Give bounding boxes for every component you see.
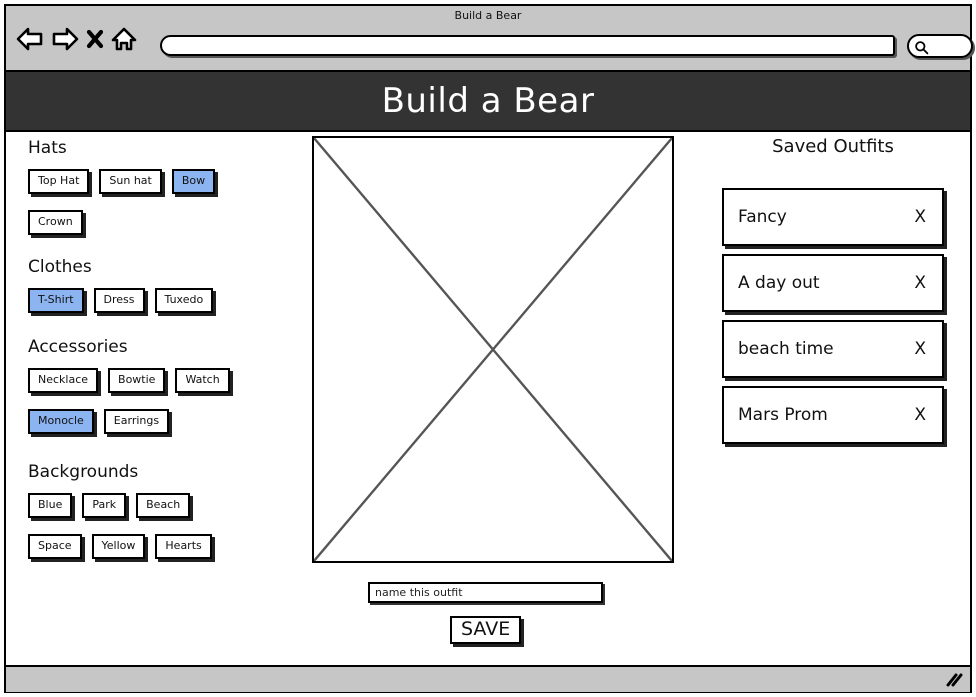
page-title: Build a Bear bbox=[381, 81, 595, 121]
outfit-name: Mars Prom bbox=[738, 405, 828, 425]
back-arrow-icon[interactable] bbox=[16, 26, 44, 52]
status-bar bbox=[6, 665, 970, 692]
option-blue[interactable]: Blue bbox=[28, 493, 73, 518]
preview-area: SAVE bbox=[312, 136, 674, 644]
chip-row: Top Hat Sun hat Bow Crown bbox=[28, 169, 293, 235]
section-backgrounds: Backgrounds Blue Park Beach Space Yellow… bbox=[28, 462, 293, 559]
browser-window: Build a Bear Build a Bear Hats Top Hat S… bbox=[4, 4, 973, 693]
delete-outfit-icon[interactable]: X bbox=[912, 207, 928, 227]
delete-outfit-icon[interactable]: X bbox=[912, 273, 928, 293]
section-title: Hats bbox=[28, 138, 67, 158]
option-bowtie[interactable]: Bowtie bbox=[108, 368, 166, 393]
option-top-hat[interactable]: Top Hat bbox=[28, 169, 90, 194]
option-beach[interactable]: Beach bbox=[136, 493, 191, 518]
option-crown[interactable]: Crown bbox=[28, 210, 83, 235]
url-input[interactable] bbox=[160, 35, 895, 56]
image-placeholder-icon bbox=[314, 138, 672, 561]
chip-row: Necklace Bowtie Watch Monocle Earrings bbox=[28, 368, 293, 434]
option-yellow[interactable]: Yellow bbox=[91, 534, 146, 559]
window-title: Build a Bear bbox=[454, 9, 522, 22]
saved-outfit-item[interactable]: Mars Prom X bbox=[722, 386, 944, 444]
option-t-shirt[interactable]: T-Shirt bbox=[28, 288, 84, 313]
section-clothes: Clothes T-Shirt Dress Tuxedo bbox=[28, 257, 293, 313]
option-sun-hat[interactable]: Sun hat bbox=[99, 169, 162, 194]
search-icon bbox=[914, 40, 929, 59]
option-hearts[interactable]: Hearts bbox=[155, 534, 212, 559]
search-field[interactable] bbox=[907, 34, 973, 58]
option-earrings[interactable]: Earrings bbox=[103, 409, 170, 434]
saved-outfits-panel: Saved Outfits Fancy X A day out X beach … bbox=[722, 136, 944, 452]
option-space[interactable]: Space bbox=[28, 534, 82, 559]
outfit-name: Fancy bbox=[738, 207, 787, 227]
option-watch[interactable]: Watch bbox=[175, 368, 230, 393]
outfit-name-input[interactable] bbox=[368, 582, 603, 603]
saved-outfit-item[interactable]: A day out X bbox=[722, 254, 944, 312]
options-panel: Hats Top Hat Sun hat Bow Crown Clothes T… bbox=[28, 138, 293, 573]
option-necklace[interactable]: Necklace bbox=[28, 368, 99, 393]
option-monocle[interactable]: Monocle bbox=[28, 409, 94, 434]
option-dress[interactable]: Dress bbox=[93, 288, 145, 313]
chip-row: Blue Park Beach Space Yellow Hearts bbox=[28, 493, 293, 559]
browser-chrome: Build a Bear bbox=[6, 6, 973, 72]
outfit-name: beach time bbox=[738, 339, 834, 359]
app-header: Build a Bear bbox=[6, 72, 970, 130]
bear-preview[interactable] bbox=[312, 136, 674, 563]
home-icon[interactable] bbox=[111, 26, 137, 52]
saved-outfit-item[interactable]: Fancy X bbox=[722, 188, 944, 246]
delete-outfit-icon[interactable]: X bbox=[912, 405, 928, 425]
saved-outfit-item[interactable]: beach time X bbox=[722, 320, 944, 378]
saved-outfits-title: Saved Outfits bbox=[772, 136, 894, 157]
browser-nav-icons bbox=[16, 26, 137, 52]
section-title: Backgrounds bbox=[28, 462, 139, 482]
delete-outfit-icon[interactable]: X bbox=[912, 339, 928, 359]
option-park[interactable]: Park bbox=[82, 493, 127, 518]
forward-arrow-icon[interactable] bbox=[51, 26, 79, 52]
app-body: Hats Top Hat Sun hat Bow Crown Clothes T… bbox=[6, 130, 970, 665]
section-hats: Hats Top Hat Sun hat Bow Crown bbox=[28, 138, 293, 235]
section-title: Clothes bbox=[28, 257, 92, 277]
resize-grip-icon[interactable] bbox=[945, 673, 963, 692]
section-title: Accessories bbox=[28, 337, 128, 357]
stop-icon[interactable] bbox=[86, 27, 104, 51]
section-accessories: Accessories Necklace Bowtie Watch Monocl… bbox=[28, 337, 293, 434]
outfit-name: A day out bbox=[738, 273, 820, 293]
chip-row: T-Shirt Dress Tuxedo bbox=[28, 288, 293, 313]
save-button[interactable]: SAVE bbox=[450, 616, 522, 644]
option-tuxedo[interactable]: Tuxedo bbox=[154, 288, 214, 313]
option-bow[interactable]: Bow bbox=[171, 169, 216, 194]
